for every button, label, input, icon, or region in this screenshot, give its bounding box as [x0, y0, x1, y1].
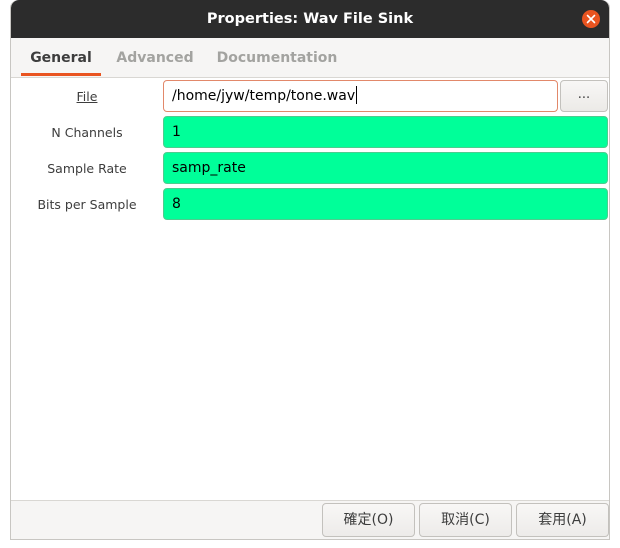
browse-file-button[interactable]: ... [560, 80, 608, 112]
bits-per-sample-input[interactable]: 8 [163, 188, 608, 220]
cancel-button[interactable]: 取消(C) [419, 503, 512, 537]
sample-rate-label: Sample Rate [47, 161, 127, 176]
ok-button[interactable]: 確定(O) [322, 503, 415, 537]
file-value: /home/jyw/temp/tone.wav [172, 88, 356, 104]
close-icon [586, 14, 596, 24]
bits-per-sample-label: Bits per Sample [37, 197, 137, 212]
general-panel: File /home/jyw/temp/tone.wav ... N Chann… [11, 77, 609, 501]
tab-general[interactable]: General [21, 38, 101, 76]
tab-documentation[interactable]: Documentation [211, 38, 343, 76]
apply-button[interactable]: 套用(A) [516, 503, 609, 537]
n-channels-label: N Channels [51, 125, 123, 140]
close-button[interactable] [582, 10, 600, 28]
properties-dialog: Properties: Wav File Sink General Advanc… [10, 0, 610, 540]
n-channels-input[interactable]: 1 [163, 116, 608, 148]
file-input[interactable]: /home/jyw/temp/tone.wav [163, 80, 558, 112]
window-title: Properties: Wav File Sink [206, 11, 414, 27]
sample-rate-input[interactable]: samp_rate [163, 152, 608, 184]
file-label: File [76, 89, 98, 104]
titlebar: Properties: Wav File Sink [11, 0, 609, 38]
tab-advanced[interactable]: Advanced [111, 38, 199, 76]
tab-bar: General Advanced Documentation [11, 38, 609, 77]
text-caret [356, 85, 358, 104]
